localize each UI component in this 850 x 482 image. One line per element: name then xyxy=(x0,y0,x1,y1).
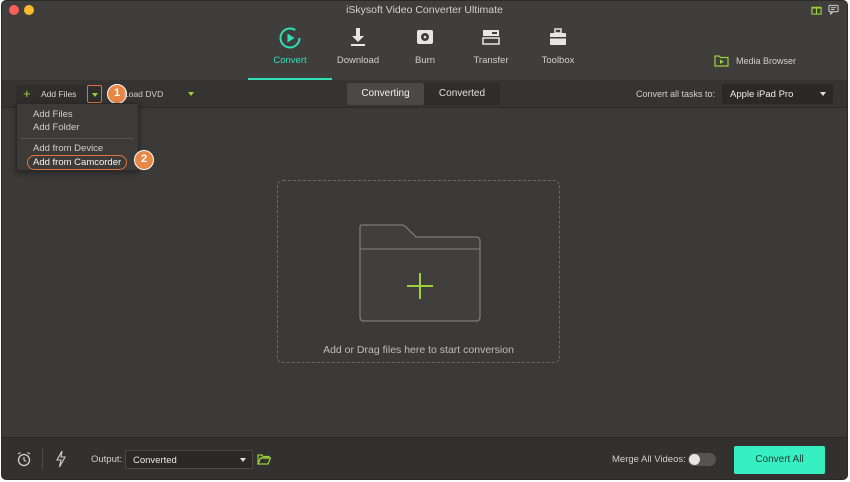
add-files-label: Add Files xyxy=(41,89,77,99)
add-files-button[interactable]: + Add Files xyxy=(16,85,87,103)
burn-disc-icon xyxy=(417,30,433,44)
menu-item-add-folder[interactable]: Add Folder xyxy=(33,122,79,133)
menu-item-add-from-device[interactable]: Add from Device xyxy=(33,143,103,154)
add-files-menu: Add Files Add Folder Add from Device Add… xyxy=(16,103,139,171)
load-dvd-dropdown-arrow[interactable] xyxy=(188,92,194,96)
window-title: iSkysoft Video Converter Ultimate xyxy=(346,4,503,16)
target-format-select[interactable]: Apple iPad Pro xyxy=(722,84,833,104)
media-browser-label: Media Browser xyxy=(736,56,797,66)
feedback-icon[interactable] xyxy=(828,4,839,15)
tab-converting[interactable]: Converting xyxy=(347,83,424,105)
convert-all-button[interactable]: Convert All xyxy=(734,446,825,474)
gift-icon[interactable] xyxy=(811,4,822,15)
main-toolbar: Convert Download Burn Transfer Toolbox M… xyxy=(2,20,847,80)
toolbox-icon xyxy=(550,28,566,45)
callout-badge: 2 xyxy=(134,150,154,170)
target-format-value: Apple iPad Pro xyxy=(730,89,794,100)
chevron-down-icon xyxy=(820,92,826,96)
menu-item-add-from-camcorder[interactable]: Add from Camcorder xyxy=(27,155,128,170)
tab-label: Download xyxy=(336,55,380,66)
tab-download[interactable]: Download xyxy=(328,20,388,80)
chevron-down-icon xyxy=(240,458,246,462)
tab-convert[interactable]: Convert xyxy=(248,20,332,80)
tab-transfer[interactable]: Transfer xyxy=(461,20,521,80)
app-window: iSkysoft Video Converter Ultimate Conver… xyxy=(1,0,848,480)
tab-label: Convert xyxy=(273,55,307,66)
load-dvd-button[interactable]: Load DVD xyxy=(124,89,163,99)
tab-label: Burn xyxy=(414,55,436,66)
task-tabs: Converting Converted xyxy=(347,83,500,105)
convert-icon xyxy=(279,27,301,49)
tab-burn[interactable]: Burn xyxy=(395,20,455,80)
output-folder-select[interactable]: Converted xyxy=(125,450,253,469)
convert-all-tasks-label: Convert all tasks to: xyxy=(636,89,716,99)
tab-toolbox[interactable]: Toolbox xyxy=(528,20,588,80)
merge-all-videos-toggle[interactable] xyxy=(688,453,716,466)
media-browser-icon xyxy=(714,55,729,67)
file-drop-zone[interactable]: Add or Drag files here to start conversi… xyxy=(277,180,560,363)
transfer-icon xyxy=(482,30,500,45)
bottom-bar: Output: Converted Merge All Videos: Conv… xyxy=(2,437,847,479)
merge-all-videos-label: Merge All Videos: xyxy=(612,454,686,465)
menu-separator xyxy=(21,138,134,139)
menu-item-add-files[interactable]: Add Files xyxy=(33,109,73,120)
add-folder-icon[interactable] xyxy=(358,223,482,323)
media-browser-button[interactable]: Media Browser xyxy=(714,54,819,68)
add-files-dropdown-button[interactable] xyxy=(87,85,102,103)
drop-hint-text: Add or Drag files here to start conversi… xyxy=(323,344,514,356)
output-label: Output: xyxy=(91,454,123,465)
tab-label: Toolbox xyxy=(541,55,575,66)
title-bar: iSkysoft Video Converter Ultimate xyxy=(2,1,847,20)
tab-label: Transfer xyxy=(473,55,509,66)
plus-icon: + xyxy=(23,86,31,101)
lightning-icon[interactable] xyxy=(55,450,67,468)
alarm-clock-icon[interactable] xyxy=(16,451,32,467)
tab-converted[interactable]: Converted xyxy=(424,83,500,105)
download-icon xyxy=(351,28,365,46)
output-folder-value: Converted xyxy=(133,455,177,466)
divider xyxy=(42,448,43,470)
open-folder-icon[interactable] xyxy=(257,453,271,465)
